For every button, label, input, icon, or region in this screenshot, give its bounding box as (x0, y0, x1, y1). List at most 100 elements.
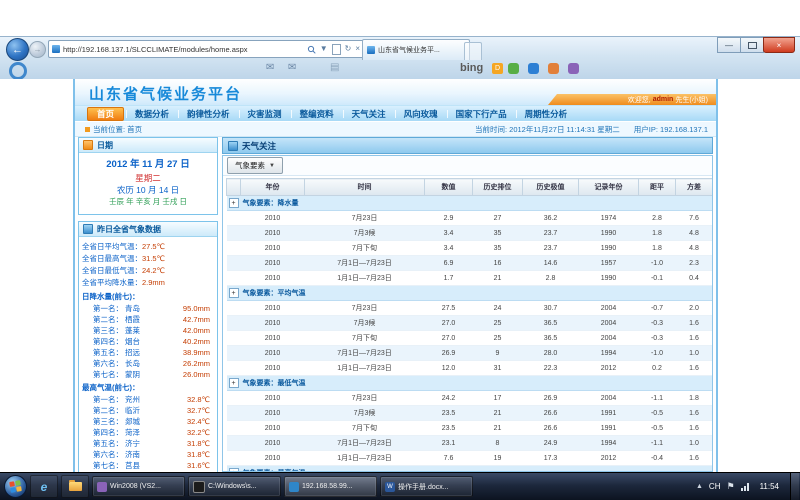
table-row[interactable]: 2010 7月1日—7月23日 6.9 16 14.6 1957 -1.0 2.… (227, 256, 713, 271)
table-row[interactable]: 2010 7月23日 27.5 24 30.7 2004 -0.7 2.0 (227, 301, 713, 316)
table-row[interactable]: 2010 1月1日—7月23日 7.6 19 17.3 2012 -0.4 1.… (227, 451, 713, 466)
taskbar-window-button[interactable]: 192.168.58.99... (284, 476, 377, 497)
table-row[interactable]: 2010 1月1日—7月23日 12.0 31 22.3 2012 0.2 1.… (227, 361, 713, 376)
welcome-bar: 欢迎您, admin 先生(小姐) (548, 94, 716, 105)
column-header[interactable]: 记录年份 (579, 179, 639, 196)
table-row[interactable]: 2010 7月下旬 23.5 21 26.6 1991 -0.5 1.6 (227, 421, 713, 436)
table-row[interactable]: 2010 7月23日 2.9 27 36.2 1974 2.8 7.6 (227, 211, 713, 226)
services-icon[interactable] (568, 63, 579, 74)
clock[interactable]: 11:54 (760, 482, 779, 491)
share-icon[interactable] (548, 63, 559, 74)
cell-variance: 1.6 (676, 361, 713, 376)
table-row[interactable]: 2010 7月1日—7月23日 26.9 9 28.0 1994 -1.0 1.… (227, 346, 713, 361)
expand-icon[interactable]: + (229, 288, 239, 298)
expand-cell: + (227, 376, 241, 391)
nav-item[interactable]: 数据分析 (126, 107, 178, 121)
browser-tab[interactable]: 山东省气候业务平... (362, 39, 470, 60)
tmax-rank-list: 第一名： 兖州 32.8℃ 第二名： 临沂 32.7℃ (82, 394, 214, 471)
nav-item[interactable]: 韵律性分析 (178, 107, 239, 121)
cell-extreme: 36.5 (523, 316, 579, 331)
address-bar[interactable]: http://192.168.137.1/SLCCLIMATE/modules/… (48, 40, 364, 58)
element-filter-button[interactable]: 气象要素 ▼ (227, 157, 283, 174)
section-header-row[interactable]: + 气象要素：最低气温 (227, 376, 713, 391)
table-row[interactable]: 2010 7月3候 3.4 35 23.7 1990 1.8 4.8 (227, 226, 713, 241)
cell-value: 1.7 (425, 271, 473, 286)
taskbar-window-button[interactable]: 操作手册.docx... (380, 476, 473, 497)
cell-rank: 19 (473, 451, 523, 466)
cell-period: 7月下旬 (305, 241, 425, 256)
language-indicator[interactable]: CH (709, 482, 721, 491)
column-header[interactable]: 方差 (676, 179, 713, 196)
user-ip-label: 用户IP: 192.168.137.1 (634, 124, 708, 135)
column-header[interactable]: 数值 (425, 179, 473, 196)
nav-item[interactable]: 整编资料 (291, 107, 343, 121)
cell-rank: 8 (473, 436, 523, 451)
table-row[interactable]: 2010 7月3候 27.0 25 36.5 2004 -0.3 1.6 (227, 316, 713, 331)
nav-item[interactable]: 风向玫瑰 (395, 107, 447, 121)
start-button[interactable] (4, 475, 27, 498)
table-row[interactable]: 2010 7月23日 24.2 17 26.9 2004 -1.1 1.8 (227, 391, 713, 406)
table-row[interactable]: 2010 7月下旬 3.4 35 23.7 1990 1.8 4.8 (227, 241, 713, 256)
column-header[interactable]: 距平 (639, 179, 676, 196)
cell-rank: 16 (473, 256, 523, 271)
maximize-button[interactable] (740, 37, 764, 53)
rank-item: 第五名： 招远 38.9mm (82, 347, 214, 358)
table-row[interactable]: 2010 7月下旬 27.0 25 36.5 2004 -0.3 1.6 (227, 331, 713, 346)
data-grid-icon (83, 224, 93, 234)
bing-logo[interactable]: bing (460, 62, 483, 74)
hidden-icons-caret[interactable]: ▲ (696, 483, 703, 490)
taskbar-ie-icon[interactable]: e (30, 475, 58, 498)
table-row[interactable]: 2010 7月1日—7月23日 23.1 8 24.9 1994 -1.1 1.… (227, 436, 713, 451)
cell-period: 7月1日—7月23日 (305, 346, 425, 361)
column-header[interactable]: 时间 (305, 179, 425, 196)
expand-icon[interactable]: + (229, 378, 239, 388)
cell-value: 12.0 (425, 361, 473, 376)
page-tool-icon[interactable]: ▤ (330, 63, 339, 73)
url-text[interactable]: http://192.168.137.1/SLCCLIMATE/modules/… (63, 45, 304, 54)
network-icon[interactable] (741, 483, 749, 491)
cell-extreme: 36.5 (523, 331, 579, 346)
refresh-icon[interactable]: ↻ (345, 45, 352, 53)
column-header[interactable]: 历史极值 (523, 179, 579, 196)
nav-item[interactable]: 国家下行产品 (447, 107, 516, 121)
weather-table: 年份 时间 数值 历史排位 历史极值 记录年份 距平 方差 (226, 178, 713, 472)
action-center-icon[interactable]: ⚑ (726, 481, 734, 492)
contacts-icon[interactable] (528, 63, 539, 74)
minimize-button[interactable]: — (717, 37, 741, 53)
cell-extreme: 28.0 (523, 346, 579, 361)
site-title: 山东省气候业务平台 (89, 83, 242, 104)
column-header[interactable]: 历史排位 (473, 179, 523, 196)
expand-icon[interactable]: + (229, 198, 239, 208)
compatibility-view-icon[interactable] (332, 44, 341, 55)
table-row[interactable]: 2010 1月1日—7月23日 1.7 21 2.8 1990 -0.1 0.4 (227, 271, 713, 286)
tab-title[interactable]: 山东省气候业务平... (378, 45, 440, 55)
toolbar-logo-icon[interactable] (9, 62, 27, 80)
stop-icon[interactable]: × (355, 45, 360, 53)
nav-item[interactable]: 灾害监测 (239, 107, 291, 121)
task-icon (193, 481, 205, 493)
nav-item[interactable]: 首页 (87, 107, 124, 121)
page: 山东省气候业务平台 欢迎您, admin 先生(小姐) 首页数据分析韵律性分析灾… (73, 79, 718, 472)
rank-item: 第三名： 郯城 32.4℃ (82, 416, 214, 427)
taskbar-explorer-icon[interactable] (61, 475, 89, 498)
section-header-row[interactable]: + 气象要素：平均气温 (227, 286, 713, 301)
nav-item[interactable]: 天气关注 (343, 107, 395, 121)
taskbar-window-button[interactable]: Win2008 (VS2... (92, 476, 185, 497)
mail-icon-2[interactable]: ✉ (288, 63, 296, 73)
table-row[interactable]: 2010 7月3候 23.5 21 26.6 1991 -0.5 1.6 (227, 406, 713, 421)
rank-item: 第七名： 莒县 31.6℃ (82, 460, 214, 471)
column-header[interactable]: 年份 (241, 179, 305, 196)
nav-item[interactable]: 周期性分析 (516, 107, 577, 121)
search-icon[interactable] (307, 45, 316, 54)
show-desktop-button[interactable] (790, 473, 799, 500)
taskbar-window-button[interactable]: C:\Windows\s... (188, 476, 281, 497)
bing-badge-icon[interactable]: D (492, 63, 503, 74)
autocomplete-dropdown-icon[interactable]: ▼ (320, 45, 328, 53)
forward-button[interactable]: → (29, 41, 46, 58)
section-header-row[interactable]: + 气象要素：降水量 (227, 196, 713, 211)
back-button[interactable]: ← (6, 38, 29, 61)
mail-icon[interactable]: ✉ (266, 63, 274, 73)
close-button[interactable]: × (763, 37, 795, 53)
new-tab-button[interactable] (464, 42, 482, 60)
messenger-icon[interactable] (508, 63, 519, 74)
